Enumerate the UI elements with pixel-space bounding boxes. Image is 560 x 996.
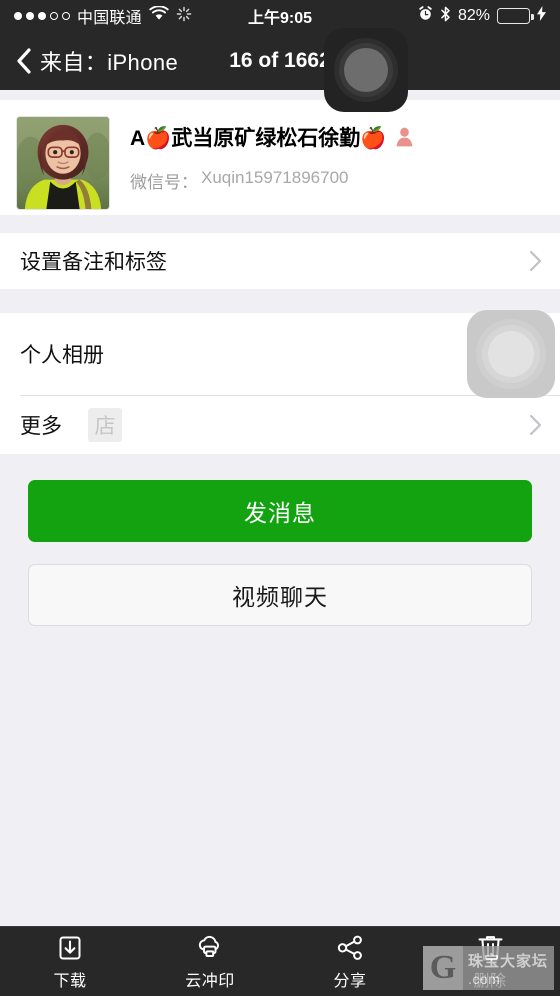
section-gap	[0, 215, 560, 233]
chevron-right-icon	[529, 414, 542, 436]
phone-screen: 中国联通 上午9:05 82% 来自：iPhone 16 of 1662 A🍎武…	[0, 0, 560, 996]
back-button-label: 来自：iPhone	[40, 50, 179, 75]
profile-row[interactable]: A🍎武当原矿绿松石徐勤🍎 微信号： Xuqin15971896700	[0, 100, 560, 215]
row-label: 设置备注和标签	[20, 251, 167, 274]
wechat-id-value: Xuqin15971896700	[201, 168, 349, 187]
row-personal-album[interactable]: 个人相册	[0, 310, 560, 398]
battery-percent-label: 82%	[457, 7, 490, 24]
chevron-right-icon	[529, 250, 542, 272]
toolbar-item-share[interactable]: 分享	[280, 933, 420, 991]
video-chat-button[interactable]: 视频聊天	[28, 564, 532, 626]
display-name: A🍎武当原矿绿松石徐勤🍎	[130, 122, 414, 152]
back-button[interactable]: 来自：iPhone	[16, 45, 178, 77]
home-button-overlay-icon[interactable]	[324, 28, 408, 112]
battery-icon	[497, 8, 534, 24]
cloud-print-icon	[195, 933, 225, 963]
content-area: A🍎武当原矿绿松石徐勤🍎 微信号： Xuqin15971896700 设置备注和…	[0, 90, 560, 926]
remark-card: 设置备注和标签	[0, 233, 560, 289]
toolbar-item-label: 下载	[53, 972, 87, 990]
female-silhouette-icon	[395, 127, 414, 147]
shop-badge-icon: 店	[88, 408, 122, 442]
avatar[interactable]	[16, 116, 110, 210]
touch-indicator-overlay-icon[interactable]	[467, 310, 555, 398]
share-icon	[336, 933, 364, 963]
row-label: 个人相册	[20, 344, 104, 367]
send-message-button[interactable]: 发消息	[28, 480, 532, 542]
activity-spinner-icon	[176, 6, 192, 27]
section-gap	[0, 289, 560, 313]
row-label: 更多	[20, 415, 62, 438]
wechat-id-row: 微信号： Xuqin15971896700	[130, 168, 414, 193]
bottom-toolbar: 下载 云冲印 分享 删除 G 珠宝大家坛 .com	[0, 926, 560, 996]
empty-space	[0, 626, 560, 926]
lightning-bolt-icon	[537, 6, 546, 26]
download-icon	[56, 933, 84, 963]
action-buttons: 发消息 视频聊天	[0, 454, 560, 626]
alarm-clock-icon	[418, 6, 433, 26]
toolbar-item-cloud-print[interactable]: 云冲印	[140, 933, 280, 991]
profile-card: A🍎武当原矿绿松石徐勤🍎 微信号： Xuqin15971896700	[0, 100, 560, 215]
toolbar-item-delete[interactable]: 删除	[420, 933, 560, 991]
navigation-bar: 来自：iPhone 16 of 1662	[0, 28, 560, 112]
toolbar-item-label: 删除	[473, 972, 507, 990]
wifi-icon	[149, 5, 169, 26]
toolbar-item-label: 分享	[333, 972, 367, 990]
carrier-label: 中国联通	[77, 10, 142, 27]
status-bar-left: 中国联通	[14, 4, 192, 28]
signal-strength-icon	[14, 12, 70, 20]
display-name-text: A🍎武当原矿绿松石徐勤🍎	[130, 127, 387, 150]
status-bar-right: 82%	[418, 6, 546, 27]
row-set-remark-and-tags[interactable]: 设置备注和标签	[0, 233, 560, 289]
status-bar: 中国联通 上午9:05 82%	[0, 0, 560, 32]
row-more[interactable]: 更多 店	[0, 396, 560, 454]
chevron-left-icon	[16, 48, 32, 74]
wechat-id-label: 微信号：	[130, 173, 198, 192]
trash-icon	[477, 933, 504, 963]
profile-text: A🍎武当原矿绿松石徐勤🍎 微信号： Xuqin15971896700	[130, 116, 414, 193]
toolbar-item-download[interactable]: 下载	[0, 933, 140, 991]
album-more-card: 个人相册 更多 店	[0, 310, 560, 454]
toolbar-item-label: 云冲印	[185, 972, 235, 990]
section-gap	[0, 90, 560, 100]
bluetooth-icon	[440, 6, 451, 27]
